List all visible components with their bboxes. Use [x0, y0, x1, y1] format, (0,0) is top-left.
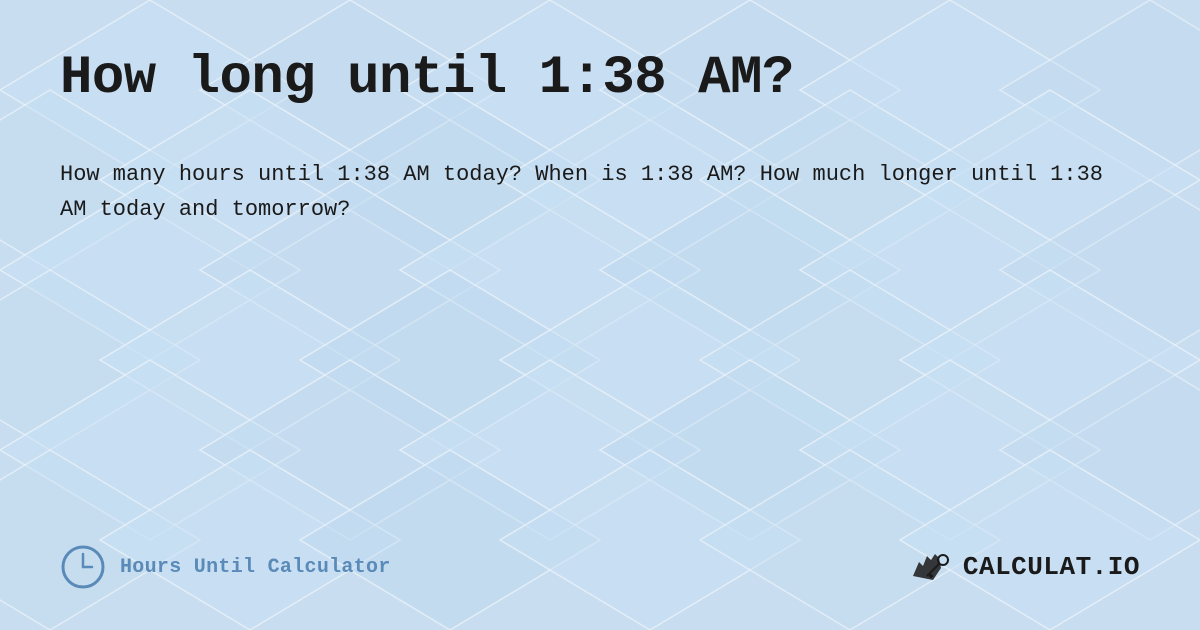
brand-right-label: CALCULAT.IO [963, 552, 1140, 582]
brand-right: CALCULAT.IO [905, 548, 1140, 586]
brand-right-icon [905, 548, 953, 586]
brand-left: Hours Until Calculator [60, 544, 391, 590]
page-description: How many hours until 1:38 AM today? When… [60, 157, 1110, 227]
page-title: How long until 1:38 AM? [60, 48, 1140, 109]
clock-icon [60, 544, 106, 590]
brand-left-label: Hours Until Calculator [120, 556, 391, 579]
